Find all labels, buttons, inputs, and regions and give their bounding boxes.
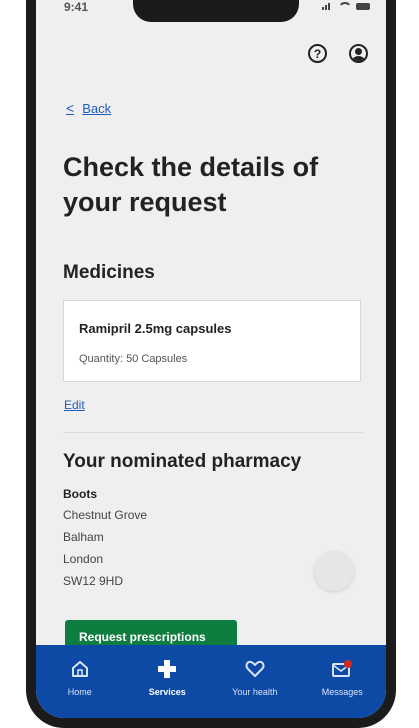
app-screen: 9:41 ? < Back Check the details of your [36, 0, 386, 718]
tab-label: Messages [321, 687, 363, 697]
pharmacy-heading: Your nominated pharmacy [63, 451, 302, 472]
bottom-tab-bar: Home Services Your health Messages [36, 645, 386, 718]
pharmacy-address-line: London [63, 552, 104, 566]
medicine-name: Ramipril 2.5mg capsules [79, 321, 232, 336]
tab-services[interactable]: Services [124, 645, 212, 718]
status-icons [322, 2, 370, 11]
pharmacy-name: Boots [63, 487, 97, 501]
home-icon [70, 659, 90, 679]
tab-label: Your health [232, 687, 278, 697]
chevron-left-icon: < [66, 100, 75, 116]
medicines-heading: Medicines [63, 262, 155, 283]
header-actions: ? [308, 44, 368, 63]
medicine-quantity: Quantity: 50 Capsules [79, 353, 188, 365]
device-notch [133, 0, 299, 22]
assistive-touch-button[interactable] [314, 551, 354, 591]
back-link-label: Back [82, 100, 112, 116]
pharmacy-address-line: Balham [63, 530, 104, 544]
pharmacy-address-line: Chestnut Grove [63, 508, 148, 522]
tab-label: Home [67, 687, 92, 697]
medicine-card: Ramipril 2.5mg capsules Quantity: 50 Cap… [63, 300, 361, 382]
wifi-icon [338, 2, 352, 11]
help-icon[interactable]: ? [308, 44, 327, 63]
tab-label: Services [148, 687, 186, 697]
tab-home[interactable]: Home [36, 645, 124, 718]
back-link[interactable]: < Back [66, 100, 111, 116]
message-icon [331, 659, 353, 679]
edit-medicines-link[interactable]: Edit [64, 398, 85, 412]
signal-icon [322, 3, 334, 10]
heart-icon [245, 659, 265, 679]
tab-your-health[interactable]: Your health [211, 645, 299, 718]
status-bar: 9:41 [36, 0, 386, 30]
pharmacy-address-line: SW12 9HD [63, 574, 124, 588]
battery-icon [356, 3, 370, 10]
phone-frame: 9:41 ? < Back Check the details of your [26, 0, 396, 728]
plus-icon [157, 659, 177, 679]
section-divider [63, 432, 363, 433]
page-title: Check the details of your request [63, 152, 319, 217]
tab-messages[interactable]: Messages [299, 645, 387, 718]
account-icon[interactable] [349, 44, 368, 63]
status-time: 9:41 [64, 0, 89, 14]
page: 9:41 ? < Back Check the details of your [0, 0, 419, 728]
